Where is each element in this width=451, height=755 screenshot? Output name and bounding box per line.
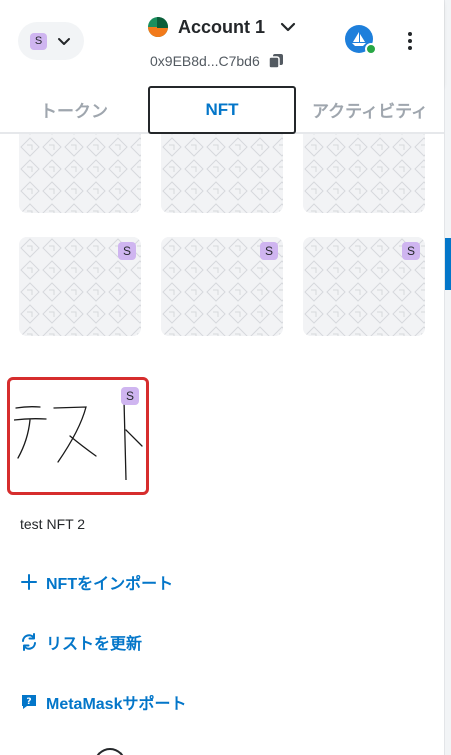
account-name: Account 1 [178,16,266,37]
support-label: MetaMaskサポート [46,696,187,713]
nft-tile[interactable]: S [303,237,425,336]
tab-nft[interactable]: NFT [148,86,296,134]
tab-bar: トークン NFT アクティビティ [0,86,444,134]
refresh-list-label: リストを更新 [46,636,143,653]
plus-icon [20,573,38,591]
page: S Account 1 0x9EB8d...C7bd6 トークン NFT アクテ… [0,0,451,755]
connection-status-dot [365,43,377,55]
network-badge: S [260,242,278,260]
chat-help-icon: ? [20,693,38,711]
import-nft-label: NFTをインポート [46,576,174,593]
account-selector[interactable]: Account 1 [148,14,297,40]
background-page-strip [444,0,451,755]
nft-tile[interactable]: S [161,237,283,336]
refresh-icon [20,633,38,651]
tab-activity[interactable]: アクティビティ [296,86,444,132]
network-selector[interactable]: S [18,22,84,60]
import-nft-link[interactable]: NFTをインポート [20,570,173,594]
account-address: 0x9EB8d...C7bd6 [150,53,260,69]
network-badge: S [118,242,136,260]
tab-tokens[interactable]: トークン [0,86,148,132]
address-copy[interactable]: 0x9EB8d...C7bd6 [150,53,284,69]
network-badge: S [121,387,139,405]
background-fragment [445,238,451,290]
svg-text:?: ? [26,697,31,707]
nft-tile-selected[interactable]: S [7,377,149,495]
nft-tile[interactable]: S [19,237,141,336]
network-badge: S [30,32,47,50]
account-avatar [148,17,168,37]
chevron-down-icon [58,38,70,45]
support-link[interactable]: ? MetaMaskサポート [20,690,186,714]
header: S Account 1 0x9EB8d...C7bd6 [0,0,444,86]
chevron-down-icon [280,22,296,32]
background-fragment [445,160,451,190]
network-badge: S [402,242,420,260]
nft-grid: S S S S test NFT 2 NFTをインポート リストを更新 ? Me… [0,114,444,755]
nft-image [14,400,143,480]
nft-title: test NFT 2 [20,516,86,532]
connected-site-button[interactable] [345,25,377,57]
refresh-list-link[interactable]: リストを更新 [20,630,142,654]
copy-icon[interactable] [268,53,284,69]
wallet-popup: S Account 1 0x9EB8d...C7bd6 トークン NFT アクテ… [0,0,444,755]
partial-icon [94,748,126,755]
more-options-icon[interactable] [400,28,420,54]
